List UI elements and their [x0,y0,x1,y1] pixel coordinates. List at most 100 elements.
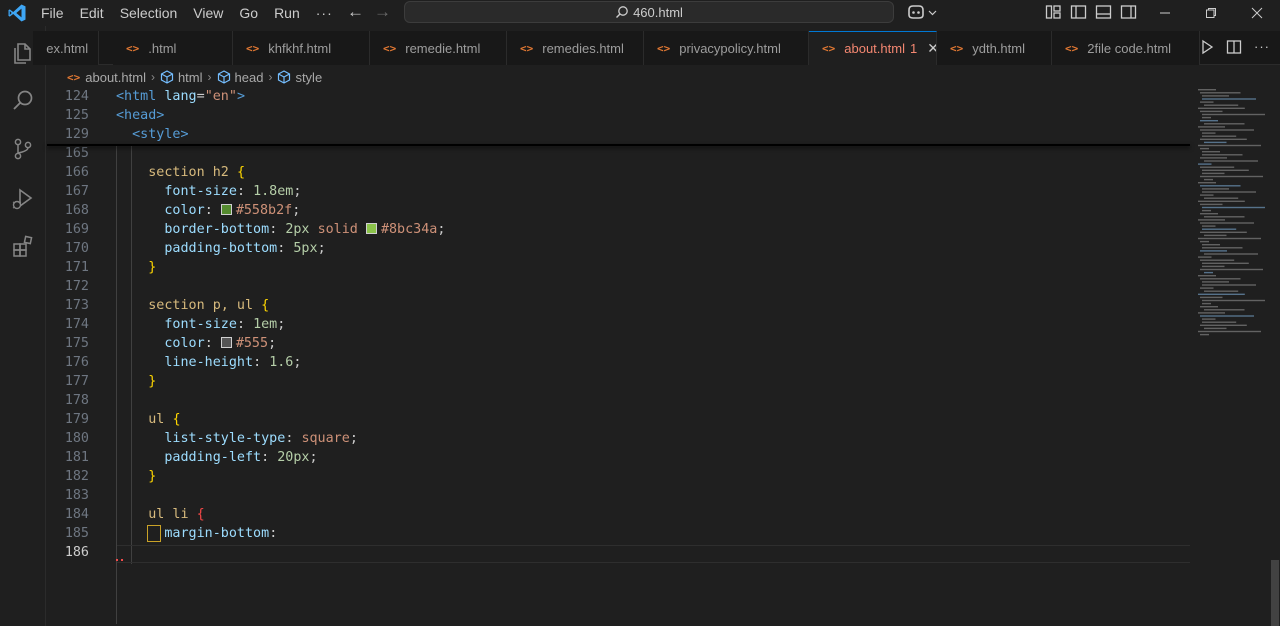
tab-remedies-html[interactable]: <> remedies.html [507,31,644,65]
sticky-scroll-line[interactable]: 125 <head> [47,106,1197,125]
tab-about-html[interactable]: <> about.html 1 ✕ [809,31,937,65]
code-line[interactable]: 179 ul { [47,410,1197,429]
code-text: padding-left: 20px; [116,448,317,467]
minimap-line [1200,240,1209,243]
run-file-icon[interactable] [1200,39,1214,55]
color-swatch[interactable] [220,337,232,348]
menu-item-file[interactable]: File [33,0,72,26]
forward-arrow-icon[interactable]: → [374,2,391,22]
code-line[interactable]: 165 [47,144,1197,163]
minimap-line [1198,200,1245,202]
minimap-line [1200,92,1241,94]
tab-privacypolicy-html[interactable]: <> privacypolicy.html [644,31,809,65]
html-file-icon: <> [383,41,397,55]
tab-remedie-html[interactable]: <> remedie.html [370,31,507,65]
code-line[interactable]: 178 [47,391,1197,410]
command-center-search[interactable]: 460.html [404,1,894,23]
code-line[interactable]: 180 list-style-type: square; [47,429,1197,448]
breadcrumb-item-about-html[interactable]: <> about.html [67,70,146,85]
line-number: 179 [64,412,89,427]
minimap-line [1202,151,1220,153]
customize-layout-icon[interactable] [1045,4,1062,20]
code-line[interactable]: 171 } [47,258,1197,277]
more-actions-icon[interactable]: ··· [1254,39,1270,55]
restore-button[interactable] [1188,0,1234,26]
tab--html[interactable]: <> .html [113,31,233,65]
element-cube-icon [160,70,174,84]
line-number: 172 [64,279,89,294]
code-line[interactable]: 185 margin-bottom: [47,524,1197,543]
code-line[interactable]: 166 section h2 { [47,163,1197,182]
color-swatch[interactable] [220,204,232,215]
run-debug-icon[interactable] [10,186,36,212]
minimap[interactable] [1196,87,1271,347]
tab-2file-code-html[interactable]: <> 2file code.html [1052,31,1200,65]
breadcrumb-label: about.html [85,69,146,85]
menu-item-selection[interactable]: Selection [112,0,186,26]
title-bar: File Edit Selection View Go Run ··· ← → 460.ht… [0,0,1280,26]
code-line[interactable]: 174 font-size: 1em; [47,315,1197,334]
code-line[interactable]: 167 font-size: 1.8em; [47,182,1197,201]
menu-item-edit[interactable]: Edit [72,0,112,26]
search-icon[interactable] [10,88,36,114]
chevron-right-icon: › [150,70,155,84]
close-window-button[interactable] [1234,0,1280,26]
code-token: : [204,336,221,351]
code-line[interactable]: 175 color: #555; [47,334,1197,353]
source-control-icon[interactable] [10,136,36,162]
minimap-line [1200,194,1214,196]
extensions-icon[interactable] [10,234,36,260]
code-line[interactable]: 183 [47,486,1197,505]
sticky-scroll-line[interactable]: 124 <html lang="en"> [47,87,1197,106]
toggle-primary-sidebar-icon[interactable] [1070,4,1087,20]
breadcrumb-item-head[interactable]: head [217,70,263,85]
minimap-line [1202,132,1216,134]
code-line[interactable]: 184 ul li { [47,505,1197,524]
code-line[interactable]: 169 border-bottom: 2px solid #8bc34a; [47,220,1197,239]
tab-ex-html[interactable]: <>ex.html [33,31,99,65]
editor-actions: ··· [1200,39,1270,55]
copilot-button[interactable] [906,4,937,20]
code-line[interactable]: 172 [47,277,1197,296]
tab-khfkhf-html[interactable]: <> khfkhf.html [233,31,370,65]
window-controls [1142,0,1280,26]
editor-scrollbar[interactable] [1271,560,1279,626]
code-line[interactable]: 168 color: #558b2f; [47,201,1197,220]
breadcrumb-item-html[interactable]: html [160,70,203,85]
code-line[interactable]: 177 } [47,372,1197,391]
line-number: 181 [64,450,89,465]
minimap-line [1200,287,1214,289]
breadcrumb-item-style[interactable]: style [277,70,322,85]
menu-more-button[interactable]: ··· [308,5,347,21]
toggle-secondary-sidebar-icon[interactable] [1120,4,1137,20]
line-number: 167 [64,184,89,199]
minimap-line [1204,160,1258,162]
tab-ydth-html[interactable]: <> ydth.html [937,31,1052,65]
code-token: ; [349,431,358,446]
code-line[interactable]: 181 padding-left: 20px; [47,448,1197,467]
color-swatch[interactable] [365,223,377,234]
sticky-scroll-line[interactable]: 129 <style> [47,125,1197,144]
split-editor-icon[interactable] [1226,39,1242,55]
code-line[interactable]: 170 padding-bottom: 5px; [47,239,1197,258]
menu-item-run[interactable]: Run [266,0,308,26]
code-line[interactable]: 176 line-height: 1.6; [47,353,1197,372]
code-text: color: #555; [116,334,276,353]
tab-label: remedies.html [542,40,624,56]
close-tab-icon[interactable]: ✕ [927,40,936,57]
back-arrow-icon[interactable]: ← [347,2,364,22]
code-text: list-style-type: square; [116,429,358,448]
menu-item-view[interactable]: View [185,0,231,26]
code-line[interactable]: 173 section p, ul { [47,296,1197,315]
toggle-panel-icon[interactable] [1095,4,1112,20]
menu-item-go[interactable]: Go [231,0,266,26]
minimize-button[interactable] [1142,0,1188,26]
code-token: padding-bottom [164,241,278,256]
minimap-line [1202,265,1225,268]
code-line[interactable]: 182 } [47,467,1197,486]
code-token: border-bottom [164,222,270,237]
minimap-line [1198,256,1212,258]
